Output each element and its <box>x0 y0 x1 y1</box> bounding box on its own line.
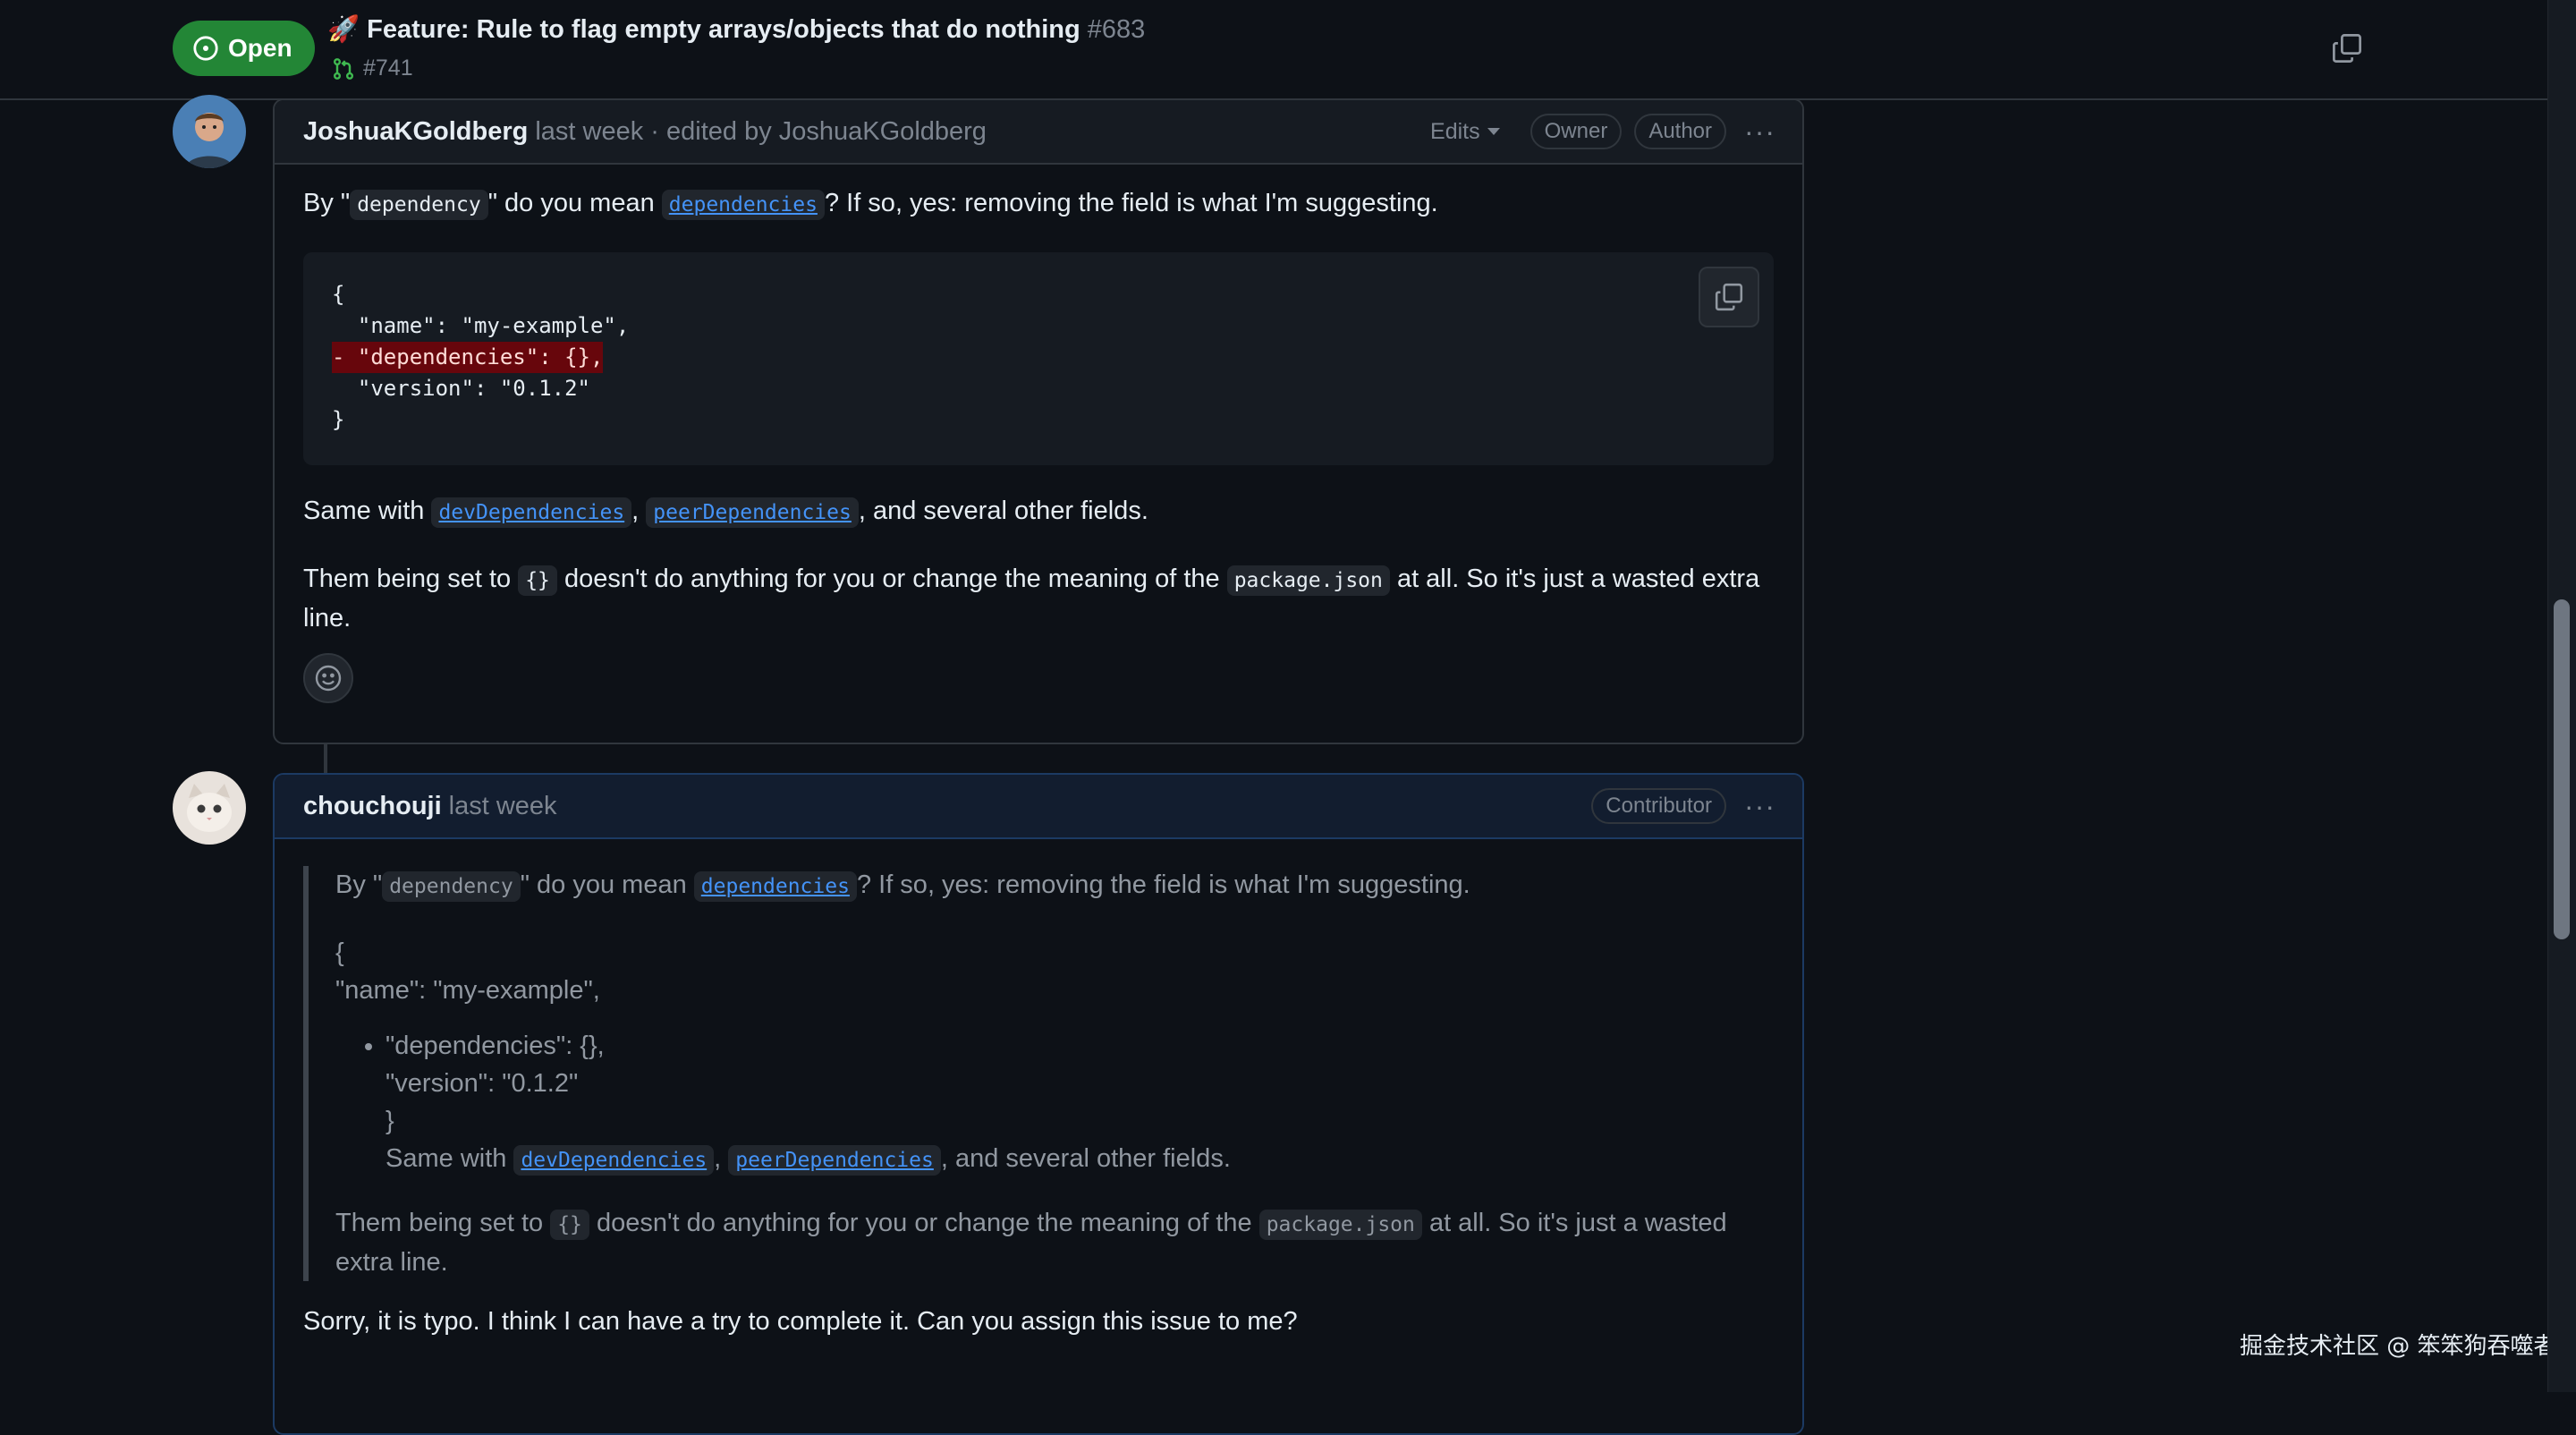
text: doesn't do anything for you or change th… <box>564 565 1220 593</box>
text: , and several other fields. <box>940 1144 1231 1173</box>
inline-code: package.json <box>1226 565 1390 596</box>
issue-open-icon <box>193 36 218 61</box>
avatar-joshuakgoldberg[interactable] <box>173 95 246 168</box>
comment-header: JoshuaKGoldberg last week · edited by Jo… <box>275 100 1802 165</box>
edits-label: Edits <box>1430 118 1480 144</box>
inline-code-link[interactable]: peerDependencies <box>646 497 859 528</box>
text: ? If so, yes: removing the field is what… <box>856 870 1470 899</box>
quote-line: "dependencies": {}, <box>386 1032 605 1060</box>
text: doesn't do anything for you or change th… <box>596 1209 1252 1237</box>
text: Same with <box>386 1144 507 1173</box>
quote-paragraph: { "name": "my-example", <box>335 934 1774 1009</box>
scrollbar-thumb[interactable] <box>2554 599 2570 939</box>
timeline-connector <box>324 743 327 773</box>
inline-code: {} <box>550 1210 589 1240</box>
issue-title-text: Feature: Rule to flag empty arrays/objec… <box>367 14 1080 44</box>
inline-code-link[interactable]: devDependencies <box>431 497 632 528</box>
inline-code: dependency <box>350 190 488 220</box>
quote-list: "dependencies": {}, "version": "0.1.2" }… <box>335 1027 1774 1179</box>
copy-link-icon[interactable] <box>2331 32 2363 64</box>
status-label: Open <box>228 34 292 62</box>
linked-pr[interactable]: #741 <box>331 55 413 81</box>
text: Them being set to <box>303 565 512 593</box>
inline-code: dependency <box>382 871 521 902</box>
watermark: 掘金技术社区 @ 笨笨狗吞噬者 <box>2240 1333 2557 1360</box>
paragraph: Them being set to {} doesn't do anything… <box>303 560 1774 637</box>
quote-line: "name": "my-example", <box>335 976 600 1005</box>
sticky-issue-header: Open 🚀 Feature: Rule to flag empty array… <box>0 0 2547 100</box>
inline-code-link[interactable]: peerDependencies <box>728 1145 941 1176</box>
code-line-deleted: - "dependencies": {}, <box>332 342 604 373</box>
add-reaction-button[interactable] <box>303 653 353 703</box>
issue-number: #683 <box>1087 14 1146 44</box>
pull-request-icon <box>333 57 354 80</box>
author-badge: Author <box>1634 114 1727 149</box>
issue-title[interactable]: 🚀 Feature: Rule to flag empty arrays/obj… <box>327 14 1145 45</box>
quote-paragraph: Them being set to {} doesn't do anything… <box>335 1204 1774 1281</box>
contributor-badge: Contributor <box>1591 788 1727 824</box>
text: By " <box>303 189 351 217</box>
comment-meta[interactable]: last week · edited by JoshuaKGoldberg <box>535 117 987 147</box>
rocket-emoji: 🚀 <box>327 15 360 44</box>
kebab-menu-icon[interactable]: ··· <box>1744 792 1775 820</box>
reply-text: Sorry, it is typo. I think I can have a … <box>303 1307 1298 1336</box>
copy-code-button[interactable] <box>1699 267 1759 327</box>
code-line: { <box>332 282 345 307</box>
smiley-icon <box>315 665 342 692</box>
owner-badge: Owner <box>1530 114 1623 149</box>
inline-code: package.json <box>1258 1210 1422 1240</box>
inline-code-link[interactable]: dependencies <box>693 871 857 902</box>
text: , and several other fields. <box>858 497 1148 525</box>
copy-icon <box>1715 283 1743 311</box>
text: Same with <box>303 497 425 525</box>
edits-dropdown[interactable]: Edits <box>1430 119 1500 145</box>
quote-paragraph: By " dependency " do you mean dependencies… <box>335 866 1774 905</box>
comment-body: By " dependency " do you mean dependencies… <box>275 165 1802 728</box>
paragraph: Same with devDependencies, peerDependenc… <box>303 492 1774 531</box>
comment-author[interactable]: chouchouji <box>303 792 442 821</box>
text: By " <box>335 870 383 899</box>
code-line: } <box>332 407 345 432</box>
quote-line: { <box>335 938 344 967</box>
quote-line: Same with devDependencies, peerDependenc… <box>386 1140 1774 1179</box>
linked-pr-number: #741 <box>363 55 413 81</box>
comment-header: chouchouji last week Contributor ··· <box>275 775 1802 839</box>
inline-code-link[interactable]: devDependencies <box>513 1145 715 1176</box>
paragraph: By " dependency " do you mean dependencies… <box>303 184 1774 224</box>
quote-line: "version": "0.1.2" <box>386 1069 579 1098</box>
text: , <box>714 1144 722 1173</box>
code-line: "version": "0.1.2" <box>332 376 590 401</box>
code-line: "name": "my-example", <box>332 313 630 338</box>
text: " do you mean <box>487 189 655 217</box>
caret-down-icon <box>1487 128 1500 135</box>
inline-code: {} <box>518 565 557 596</box>
list-item: "dependencies": {}, "version": "0.1.2" }… <box>386 1027 1774 1179</box>
comment-body: By " dependency " do you mean dependencies… <box>275 839 1802 1394</box>
avatar-chouchouji[interactable] <box>173 771 246 845</box>
kebab-menu-icon[interactable]: ··· <box>1744 117 1775 146</box>
text: ? If so, yes: removing the field is what… <box>824 189 1438 217</box>
comment-meta[interactable]: last week <box>449 792 557 821</box>
text: " do you mean <box>520 870 687 899</box>
comment-author[interactable]: JoshuaKGoldberg <box>303 117 528 147</box>
comment-chouchouji: chouchouji last week Contributor ··· By … <box>273 773 1804 1435</box>
text: , <box>631 497 640 525</box>
text: Them being set to <box>335 1209 544 1237</box>
scrollbar[interactable] <box>2547 0 2576 1392</box>
status-badge: Open <box>173 21 315 76</box>
quoted-reply: By " dependency " do you mean dependencies… <box>303 866 1774 1281</box>
inline-code-link[interactable]: dependencies <box>661 190 825 220</box>
code-block: { "name": "my-example", - "dependencies"… <box>303 252 1774 465</box>
comment-joshuakgoldberg: JoshuaKGoldberg last week · edited by Jo… <box>273 98 1804 744</box>
quote-line: } <box>386 1107 394 1135</box>
